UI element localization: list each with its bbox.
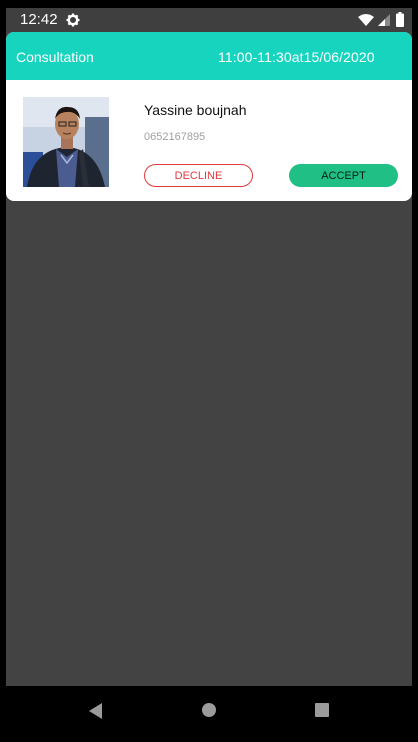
user-phone: 0652167895 (144, 131, 206, 143)
avatar (23, 97, 109, 187)
decline-button[interactable]: DECLINE (144, 164, 253, 187)
screen-background: Consultation 11:00-11:30at15/06/2020 Yas… (6, 32, 412, 686)
recents-icon[interactable] (315, 703, 329, 717)
accept-button[interactable]: ACCEPT (289, 164, 398, 187)
card-header: Consultation 11:00-11:30at15/06/2020 (6, 32, 412, 80)
battery-icon (396, 12, 404, 27)
status-bar: 12:42 (6, 8, 412, 32)
consultation-datetime: 11:00-11:30at15/06/2020 (218, 49, 375, 65)
phone-frame: 12:42 Consultation 11:00-11:30at15/06/20… (0, 0, 418, 742)
home-icon[interactable] (202, 703, 216, 717)
wifi-icon (358, 14, 374, 26)
status-time: 12:42 (20, 11, 58, 28)
back-icon[interactable] (88, 702, 104, 720)
user-name: Yassine boujnah (144, 102, 247, 118)
consultation-title: Consultation (16, 49, 94, 65)
signal-icon (378, 14, 390, 26)
consultation-card: Consultation 11:00-11:30at15/06/2020 Yas… (6, 32, 412, 201)
gear-icon (66, 13, 80, 27)
